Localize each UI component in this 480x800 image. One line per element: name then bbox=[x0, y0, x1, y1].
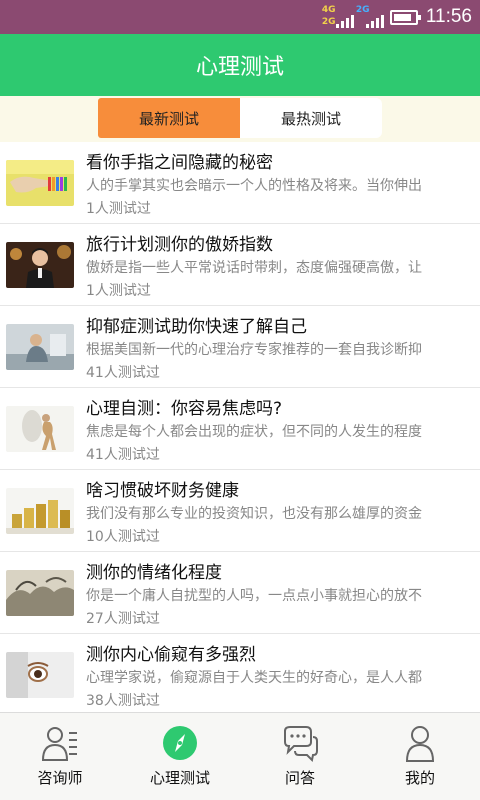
test-list: 看你手指之间隐藏的秘密 人的手掌其实也会暗示一个人的性格及将来。当你伸出 1人测… bbox=[0, 142, 480, 712]
status-bar: 4G 2G 2G 11:56 bbox=[0, 0, 480, 34]
tab-strip: 最新测试 最热测试 bbox=[0, 96, 480, 142]
person-icon bbox=[405, 726, 435, 762]
test-count: 38人测试过 bbox=[86, 693, 160, 709]
nav-item-qa[interactable]: 问答 bbox=[240, 713, 360, 800]
test-thumbnail bbox=[6, 160, 74, 206]
network-indicator: 4G 2G 2G bbox=[321, 4, 384, 30]
network-type-label: 2G bbox=[321, 17, 336, 27]
test-title: 测你的情绪化程度 bbox=[86, 563, 222, 583]
test-description: 人的手掌其实也会暗示一个人的性格及将来。当你伸出 bbox=[86, 178, 422, 194]
test-title: 抑郁症测试助你快速了解自己 bbox=[86, 317, 307, 337]
signal-icon bbox=[365, 14, 384, 28]
list-item[interactable]: 旅行计划测你的傲娇指数 傲娇是指一些人平常说话时带刺，态度偏强硬高傲，让 1人测… bbox=[0, 224, 480, 306]
test-description: 焦虑是每个人都会出现的症状，但不同的人发生的程度 bbox=[86, 424, 422, 440]
page-title: 心理测试 bbox=[195, 55, 284, 80]
nav-label: 咨询师 bbox=[37, 769, 83, 787]
chat-bubbles-icon bbox=[284, 726, 318, 763]
list-item[interactable]: 看你手指之间隐藏的秘密 人的手掌其实也会暗示一个人的性格及将来。当你伸出 1人测… bbox=[0, 142, 480, 224]
list-item[interactable]: 测你的情绪化程度 你是一个庸人自扰型的人吗，一点点小事就担心的放不 27人测试过 bbox=[0, 552, 480, 634]
test-description: 你是一个庸人自扰型的人吗，一点点小事就担心的放不 bbox=[86, 588, 422, 604]
test-thumbnail bbox=[6, 242, 74, 288]
battery-level bbox=[393, 13, 411, 21]
nav-item-psych-test[interactable]: 心理测试 bbox=[120, 713, 240, 800]
test-title: 旅行计划测你的傲娇指数 bbox=[86, 235, 273, 255]
test-thumbnail bbox=[6, 488, 74, 534]
test-count: 1人测试过 bbox=[86, 283, 151, 299]
app-header: 心理测试 bbox=[0, 34, 480, 96]
test-title: 啥习惯破坏财务健康 bbox=[86, 481, 239, 501]
test-description: 傲娇是指一些人平常说话时带刺，态度偏强硬高傲，让 bbox=[86, 260, 422, 276]
nav-item-me[interactable]: 我的 bbox=[360, 713, 480, 800]
status-indicators: 4G 2G 2G 11:56 bbox=[322, 4, 472, 30]
tab-popular-tests[interactable]: 最热测试 bbox=[240, 98, 382, 138]
test-thumbnail bbox=[6, 324, 74, 370]
test-title: 心理自测：你容易焦虑吗? bbox=[86, 399, 283, 419]
nav-label: 问答 bbox=[284, 769, 315, 787]
network-type-label: 4G bbox=[321, 5, 336, 15]
test-count: 41人测试过 bbox=[86, 447, 160, 463]
test-count: 41人测试过 bbox=[86, 365, 160, 381]
list-item[interactable]: 测你内心偷窥有多强烈 心理学家说，偷窥源自于人类天生的好奇心，是人人都 38人测… bbox=[0, 634, 480, 712]
test-count: 1人测试过 bbox=[86, 201, 151, 217]
nav-label: 我的 bbox=[404, 769, 435, 787]
list-item[interactable]: 啥习惯破坏财务健康 我们没有那么专业的投资知识，也没有那么雄厚的资金 10人测试… bbox=[0, 470, 480, 552]
status-time: 11:56 bbox=[425, 6, 472, 27]
test-description: 我们没有那么专业的投资知识，也没有那么雄厚的资金 bbox=[86, 506, 422, 522]
test-thumbnail bbox=[6, 570, 74, 616]
test-count: 10人测试过 bbox=[86, 529, 160, 545]
list-item[interactable]: 抑郁症测试助你快速了解自己 根据美国新一代的心理治疗专家推荐的一套自我诊断抑 4… bbox=[0, 306, 480, 388]
nav-label: 心理测试 bbox=[149, 769, 210, 787]
battery-icon bbox=[389, 9, 421, 25]
test-title: 测你内心偷窥有多强烈 bbox=[86, 645, 256, 665]
test-title: 看你手指之间隐藏的秘密 bbox=[86, 153, 273, 173]
test-count: 27人测试过 bbox=[86, 611, 160, 627]
test-description: 根据美国新一代的心理治疗专家推荐的一套自我诊断抑 bbox=[86, 342, 422, 358]
bottom-nav: 咨询师 心理测试 问答 我的 bbox=[0, 712, 480, 800]
test-description: 心理学家说，偷窥源自于人类天生的好奇心，是人人都 bbox=[86, 670, 422, 686]
tab-newest-tests[interactable]: 最新测试 bbox=[98, 98, 240, 138]
nav-item-counselor[interactable]: 咨询师 bbox=[0, 713, 120, 800]
test-thumbnail bbox=[6, 652, 74, 698]
list-item[interactable]: 心理自测：你容易焦虑吗? 焦虑是每个人都会出现的症状，但不同的人发生的程度 41… bbox=[0, 388, 480, 470]
counselor-icon bbox=[42, 727, 77, 761]
signal-icon bbox=[335, 14, 354, 28]
compass-icon bbox=[163, 726, 197, 760]
test-thumbnail bbox=[6, 406, 74, 452]
